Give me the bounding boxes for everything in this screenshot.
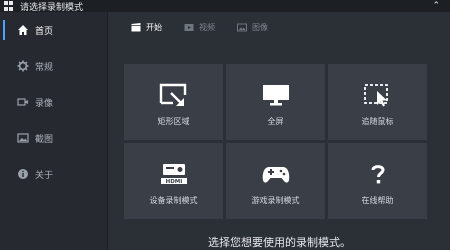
- sidebar-item-general[interactable]: 常规: [0, 48, 107, 84]
- tab-video[interactable]: 视频: [184, 22, 215, 33]
- instruction-text: 选择您想要使用的录制模式。: [208, 236, 351, 249]
- mode-grid: 矩形区域 全屏 追随鼠标 HDMI 设备录制模式 游戏录制模式 在线帮助: [124, 64, 430, 229]
- sidebar-item-home[interactable]: 首页: [0, 12, 107, 48]
- mode-game-recording[interactable]: 游戏录制模式: [226, 143, 325, 219]
- tab-start[interactable]: 开始: [131, 22, 162, 33]
- sidebar-item-label: 首页: [35, 26, 54, 37]
- home-icon: [17, 24, 29, 36]
- tab-image[interactable]: 图像: [237, 22, 268, 33]
- tile-label: 追随鼠标: [361, 117, 394, 126]
- image-icon: [237, 23, 247, 32]
- video-icon: [184, 23, 194, 32]
- app-grid-icon: [4, 1, 14, 11]
- sidebar-item-about[interactable]: 关于: [0, 156, 107, 192]
- svg-text:HDMI: HDMI: [165, 179, 182, 185]
- mode-rectangle-region[interactable]: 矩形区域: [124, 64, 223, 140]
- title-bar: 请选择录制模式 ⌃: [0, 0, 450, 13]
- info-icon: [17, 168, 29, 180]
- tile-label: 全屏: [267, 117, 284, 126]
- sidebar-item-label: 录像: [35, 98, 54, 109]
- tab-label: 图像: [252, 22, 268, 32]
- tab-label: 开始: [146, 22, 162, 32]
- gamepad-icon: [259, 161, 293, 187]
- sidebar-item-label: 截图: [35, 134, 54, 145]
- sidebar-item-label: 常规: [35, 62, 54, 73]
- sidebar-item-screenshot[interactable]: 截图: [0, 120, 107, 156]
- sidebar-item-label: 关于: [35, 170, 54, 181]
- clapperboard-icon: [131, 22, 141, 32]
- tile-label: 游戏录制模式: [251, 196, 300, 205]
- tile-label: 在线帮助: [361, 196, 394, 205]
- hdmi-icon: HDMI: [157, 161, 191, 187]
- tab-label: 视频: [199, 22, 215, 32]
- sidebar: 首页 常规 录像 截图 关于: [0, 12, 108, 250]
- mode-device-recording[interactable]: HDMI 设备录制模式: [124, 143, 223, 219]
- video-camera-icon: [17, 96, 29, 108]
- mode-online-help[interactable]: 在线帮助: [328, 143, 427, 219]
- window-title: 请选择录制模式: [20, 2, 84, 13]
- help-icon: [361, 161, 395, 187]
- tab-bar: 开始 视频 图像: [108, 12, 450, 42]
- gear-icon: [17, 60, 29, 72]
- mode-fullscreen[interactable]: 全屏: [226, 64, 325, 140]
- sidebar-item-recording[interactable]: 录像: [0, 84, 107, 120]
- image-icon: [17, 132, 29, 144]
- monitor-icon: [259, 82, 293, 108]
- main-panel: 开始 视频 图像 矩形区域 全屏 追随鼠标 HDMI 设备录制模式 游戏录制模式…: [108, 12, 450, 250]
- rectangle-select-icon: [157, 82, 191, 108]
- cursor-follow-icon: [361, 82, 395, 108]
- mode-follow-mouse[interactable]: 追随鼠标: [328, 64, 427, 140]
- tile-label: 设备录制模式: [149, 196, 198, 205]
- tile-label: 矩形区域: [157, 117, 190, 126]
- collapse-icon[interactable]: ⌃: [432, 1, 440, 11]
